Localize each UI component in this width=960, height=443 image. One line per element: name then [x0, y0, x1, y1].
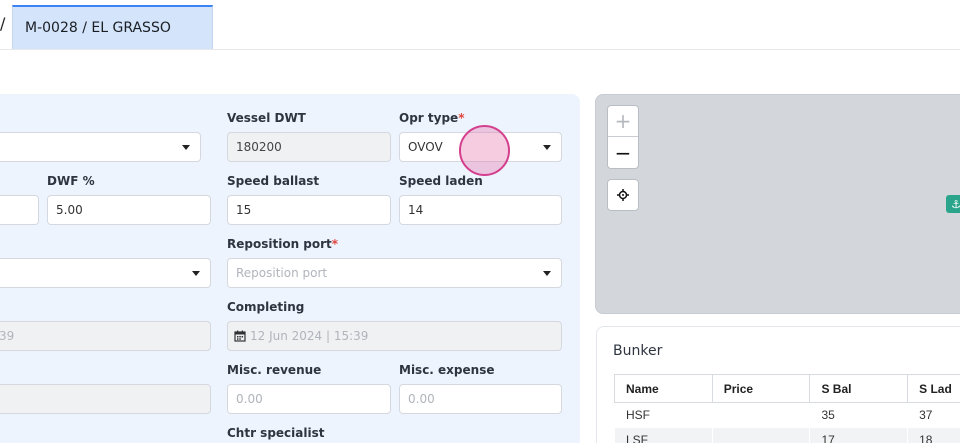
cell-s-lad: 37: [907, 402, 960, 428]
misc-expense-label: Misc. expense: [399, 363, 495, 377]
locate-button[interactable]: [607, 179, 639, 211]
zoom-controls: + −: [607, 105, 639, 169]
crosshair-icon: [617, 186, 629, 205]
bunker-panel: Bunker Name Price S Bal S Lad HSF 35 37 …: [596, 326, 960, 443]
speed-ballast-field[interactable]: 15: [227, 195, 391, 225]
cell-name: LSF: [614, 427, 713, 443]
opr-type-label: Opr type*: [399, 111, 465, 125]
commencing-value: 39: [0, 329, 15, 343]
zoom-out-button[interactable]: −: [608, 137, 638, 168]
speed-laden-label: Speed laden: [399, 174, 483, 188]
table-row[interactable]: LSF 17 18: [614, 427, 960, 443]
misc-revenue-placeholder: 0.00: [236, 392, 263, 406]
table-header-row: Name Price S Bal S Lad: [614, 374, 960, 403]
tab-active-voyage[interactable]: M-0028 / EL GRASSO: [12, 5, 213, 49]
tab-bar: / M-0028 / EL GRASSO: [0, 0, 960, 50]
voyage-form-panel: Vessel DWT 180200 Opr type* OVOV DWF % 5…: [0, 94, 580, 443]
completing-field: 12 Jun 2024 | 15:39: [227, 321, 562, 351]
reposition-port-placeholder: Reposition port: [236, 266, 328, 280]
zoom-in-button[interactable]: +: [608, 106, 638, 137]
left-select[interactable]: [0, 258, 211, 288]
chevron-down-icon: [182, 145, 190, 150]
completing-value: 12 Jun 2024 | 15:39: [250, 329, 369, 343]
readonly-field: [0, 384, 211, 414]
chevron-down-icon: [192, 271, 200, 276]
chevron-down-icon: [543, 271, 551, 276]
cell-s-bal: 17: [809, 427, 908, 443]
partial-field[interactable]: [0, 195, 39, 225]
anchor-icon[interactable]: ⚓: [946, 195, 960, 213]
calendar-icon: [234, 330, 246, 342]
cell-s-lad: 18: [907, 427, 960, 443]
dwf-value: 5.00: [56, 203, 83, 217]
tab-label: M-0028 / EL GRASSO: [25, 20, 171, 36]
dwf-label: DWF %: [47, 174, 95, 188]
column-header-name[interactable]: Name: [614, 374, 713, 403]
speed-laden-value: 14: [408, 203, 424, 217]
cell-price[interactable]: [711, 402, 810, 428]
completing-label: Completing: [227, 300, 305, 314]
opr-type-select[interactable]: OVOV: [399, 132, 562, 162]
bunker-title: Bunker: [613, 343, 663, 359]
chevron-down-icon: [543, 145, 551, 150]
column-header-s-bal[interactable]: S Bal: [809, 374, 909, 403]
chtr-specialist-label: Chtr specialist: [227, 426, 325, 440]
vessel-dwt-field: 180200: [227, 132, 391, 162]
tab-separator: /: [0, 14, 6, 33]
speed-ballast-value: 15: [236, 203, 252, 217]
column-header-s-lad[interactable]: S Lad: [907, 374, 960, 403]
vessel-dwt-value: 180200: [236, 140, 282, 154]
speed-laden-field[interactable]: 14: [399, 195, 562, 225]
cell-price[interactable]: [711, 427, 810, 443]
cell-s-bal: 35: [809, 402, 908, 428]
reposition-port-select[interactable]: Reposition port: [227, 258, 562, 288]
speed-ballast-label: Speed ballast: [227, 174, 320, 188]
misc-revenue-field[interactable]: 0.00: [227, 384, 391, 414]
commencing-field: 39: [0, 321, 211, 351]
cell-name: HSF: [614, 402, 713, 428]
vessel-select[interactable]: [0, 132, 201, 162]
reposition-port-label: Reposition port*: [227, 237, 339, 251]
misc-expense-field[interactable]: 0.00: [399, 384, 562, 414]
column-header-price[interactable]: Price: [711, 374, 811, 403]
dwf-field[interactable]: 5.00: [47, 195, 211, 225]
table-row[interactable]: HSF 35 37: [614, 402, 960, 428]
misc-revenue-label: Misc. revenue: [227, 363, 322, 377]
map-panel[interactable]: + − ⚓: [595, 94, 960, 314]
bunker-table: Name Price S Bal S Lad HSF 35 37 LSF 17 …: [614, 374, 960, 443]
opr-type-value: OVOV: [408, 140, 443, 154]
vessel-dwt-label: Vessel DWT: [227, 111, 306, 125]
misc-expense-placeholder: 0.00: [408, 392, 435, 406]
